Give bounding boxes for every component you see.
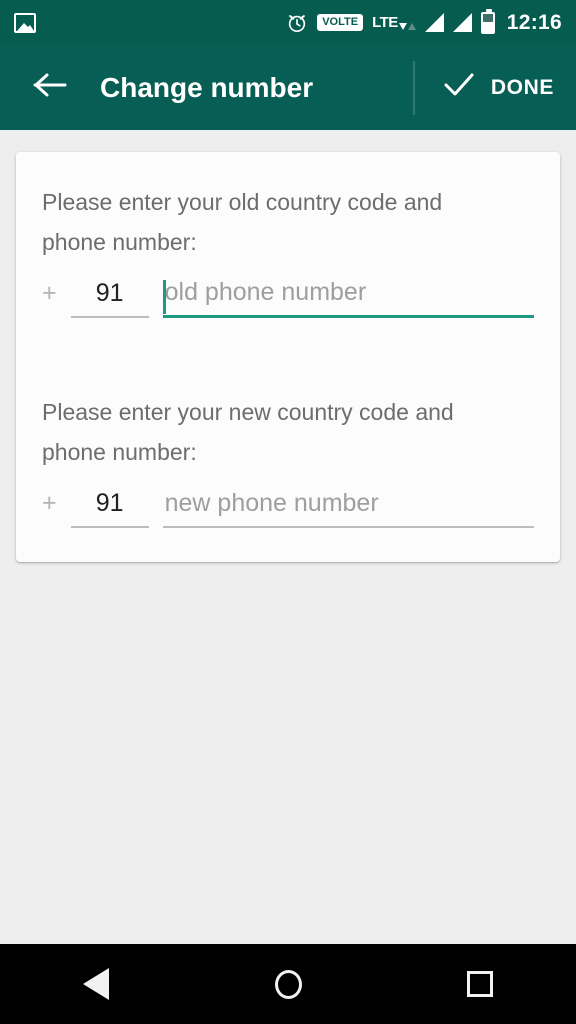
arrow-up-icon (407, 22, 416, 30)
old-country-code-input[interactable] (70, 279, 149, 318)
arrow-down-icon (398, 22, 407, 30)
photo-icon (14, 12, 36, 33)
square-recents-icon (467, 971, 493, 997)
content-area: Please enter your old country code and p… (0, 130, 576, 944)
circle-home-icon (274, 969, 302, 999)
signal-icon (452, 13, 472, 32)
new-plus-sign: + (42, 489, 57, 517)
form-section-gap (42, 318, 534, 392)
volte-icon: VOLTE (317, 14, 364, 31)
status-bar-system-icons: VOLTE LTE 12:16 (286, 8, 562, 35)
check-icon (443, 72, 475, 103)
old-plus-sign: + (42, 279, 57, 307)
new-number-row: + (42, 482, 534, 528)
phone-screen: VOLTE LTE 12:16 Change number DONE Pleas… (0, 0, 576, 1024)
lte-icon: LTE (372, 13, 416, 31)
app-bar: Change number DONE (0, 45, 576, 130)
nav-home-button[interactable] (228, 944, 348, 1024)
status-bar-clock: 12:16 (506, 10, 562, 34)
old-phone-input-wrapper (149, 278, 534, 318)
nav-back-button[interactable] (36, 944, 156, 1024)
alarm-icon (286, 12, 308, 34)
arrow-left-icon (33, 71, 67, 104)
android-nav-bar (0, 944, 576, 1024)
new-country-code-input[interactable] (70, 489, 149, 528)
old-number-label: Please enter your old country code and p… (42, 189, 443, 255)
done-button-label: DONE (490, 75, 554, 99)
status-bar: VOLTE LTE 12:16 (0, 0, 576, 45)
new-number-label: Please enter your new country code and p… (42, 399, 454, 465)
old-number-row: + (42, 272, 534, 318)
new-phone-number-input[interactable] (162, 489, 534, 528)
lte-label: LTE (372, 13, 398, 31)
text-cursor (162, 280, 166, 314)
nav-recents-button[interactable] (420, 944, 540, 1024)
triangle-back-icon (83, 968, 109, 1000)
battery-icon (480, 8, 495, 34)
new-phone-input-wrapper (149, 489, 534, 528)
signal-icon (424, 13, 444, 32)
page-title: Change number (100, 71, 314, 103)
status-bar-notifications (14, 12, 36, 33)
done-button[interactable]: DONE (415, 72, 554, 103)
change-number-card: Please enter your old country code and p… (16, 152, 560, 562)
lte-data-arrows (398, 22, 416, 30)
old-phone-number-input[interactable] (162, 278, 534, 318)
back-button[interactable] (28, 66, 72, 110)
